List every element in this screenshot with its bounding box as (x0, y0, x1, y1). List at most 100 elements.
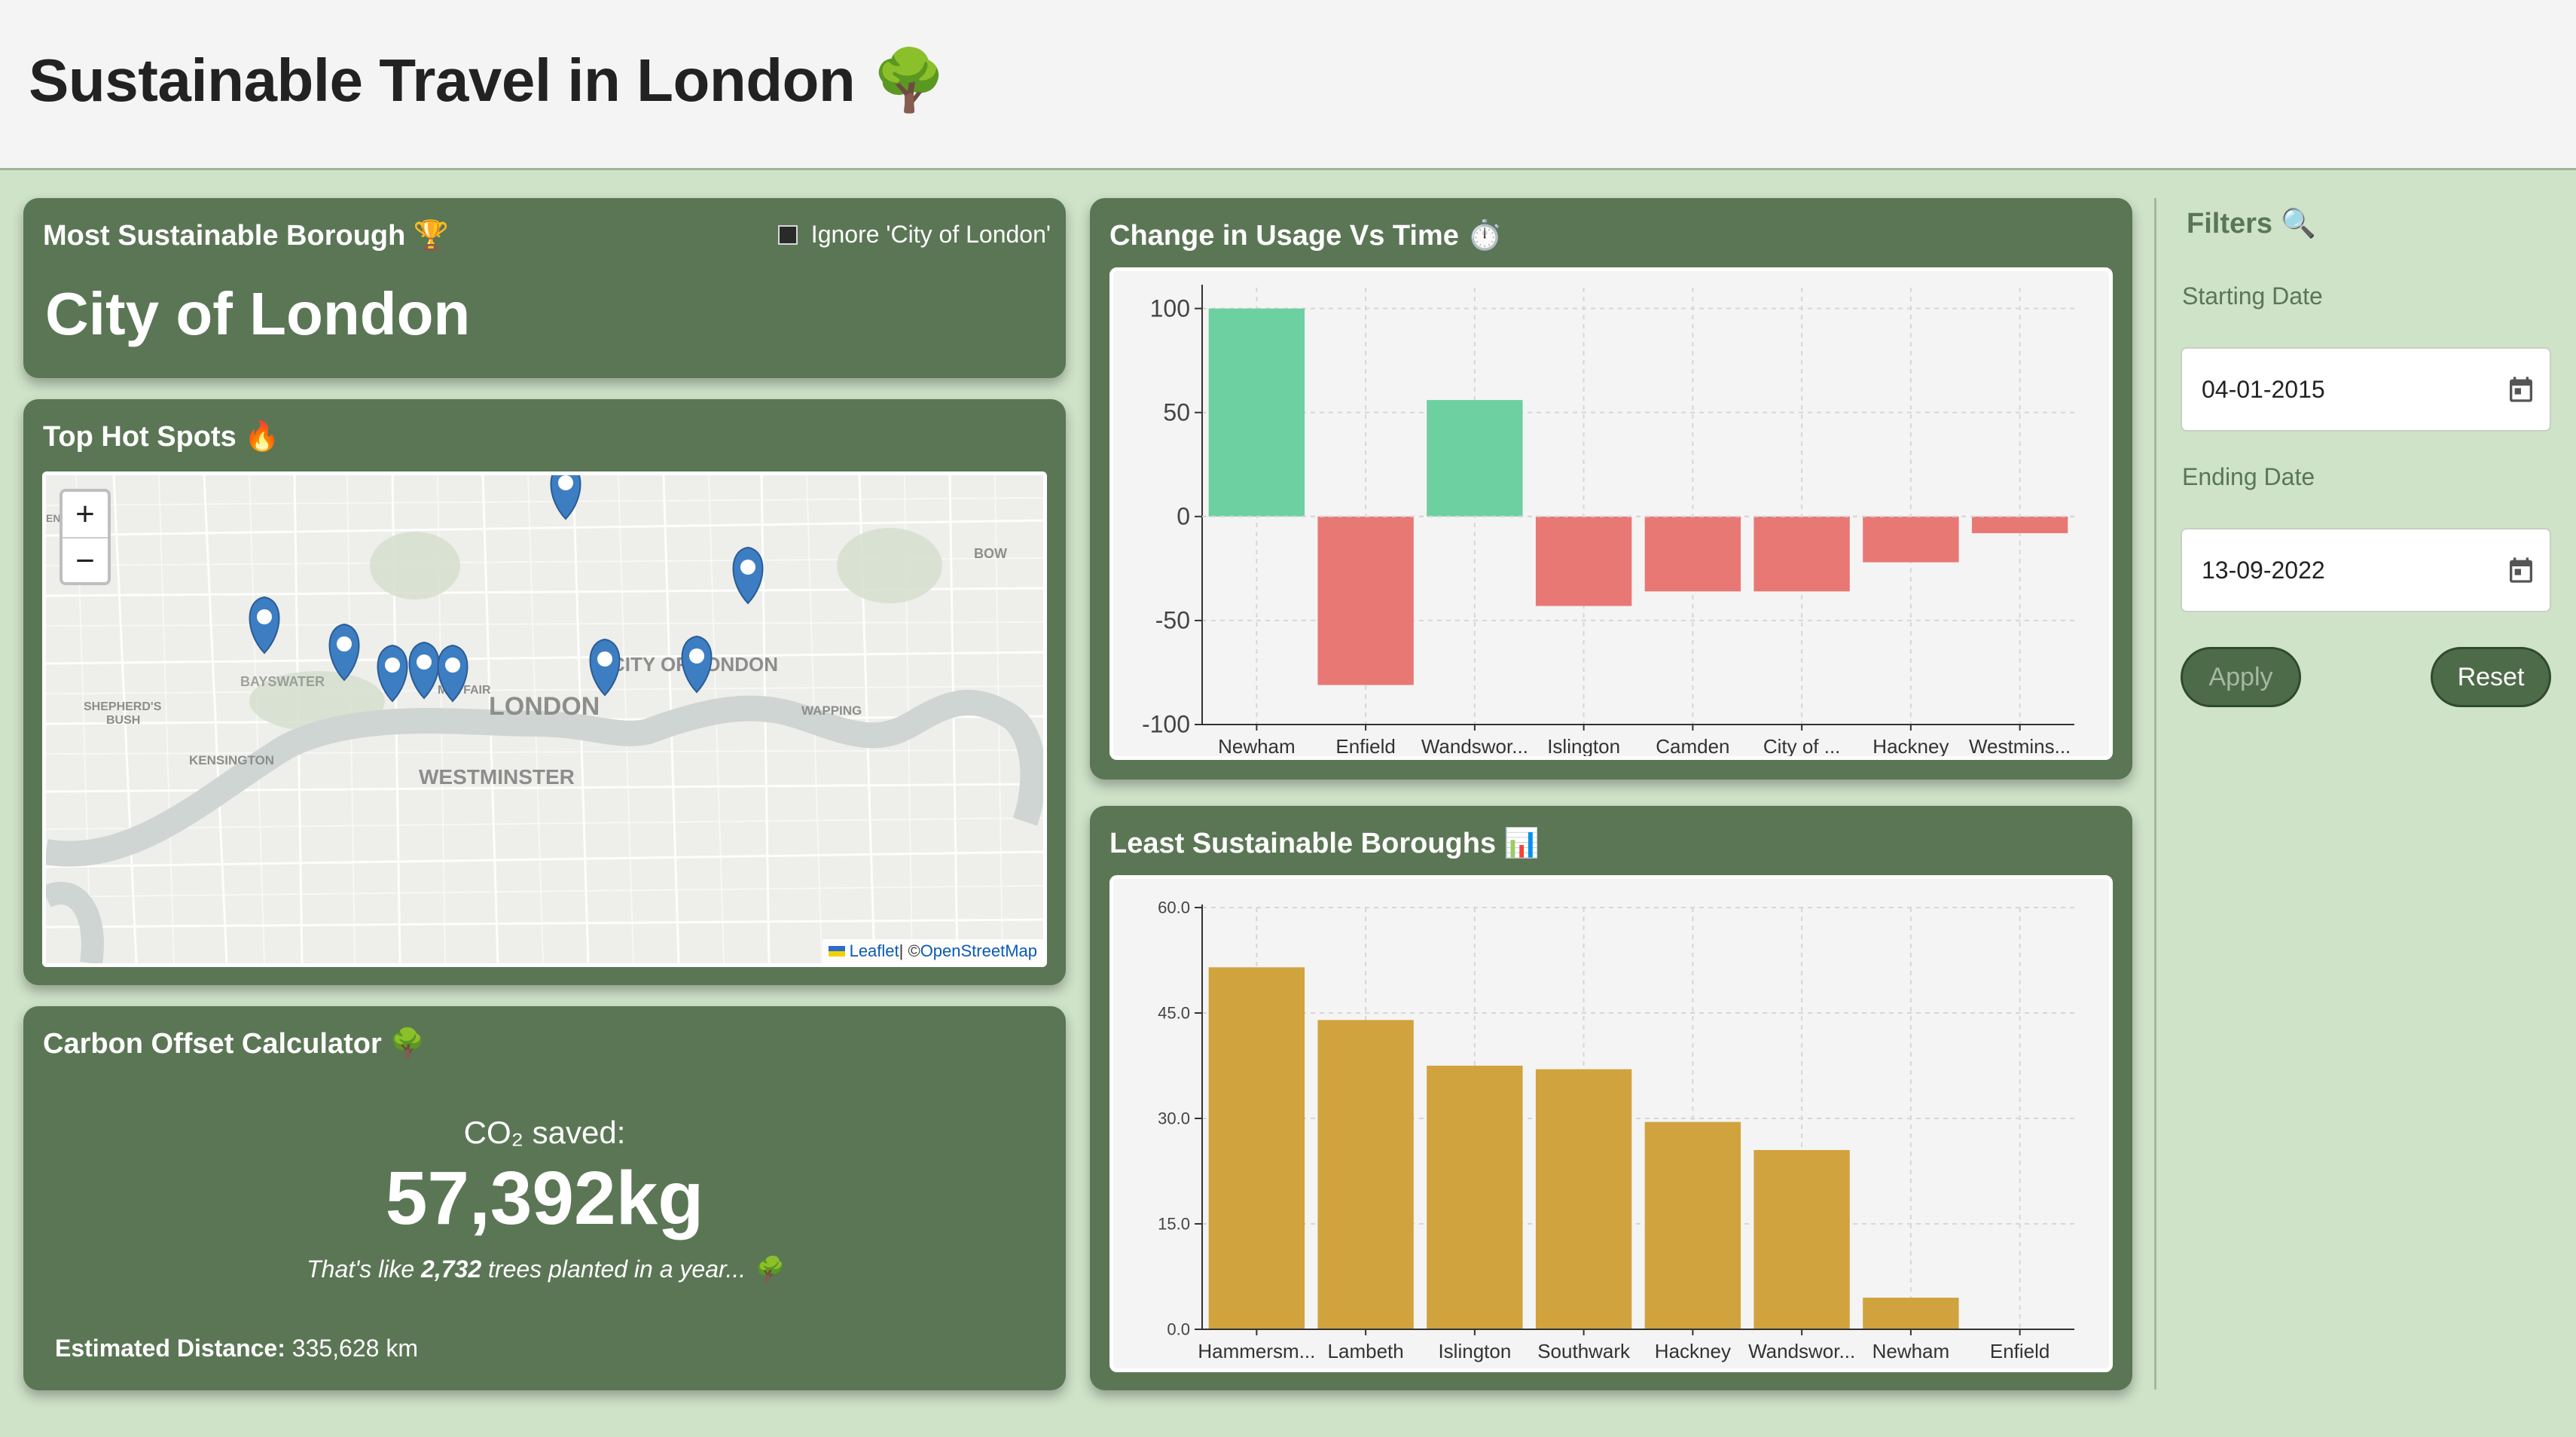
x-tick-label: Southwark (1537, 1340, 1631, 1362)
ending-date-value: 13-09-2022 (2202, 557, 2325, 584)
ending-date-input[interactable]: 13-09-2022 (2181, 528, 2551, 612)
marker-dot (445, 657, 460, 673)
bar (1317, 516, 1414, 685)
most-sustainable-borough: City of London (45, 280, 471, 347)
hot-spots-card: Top Hot Spots 🔥 BOW BAYSWATER MAYFAIR CI… (23, 399, 1066, 985)
y-tick-label: 0.0 (1167, 1320, 1190, 1338)
app-header: Sustainable Travel in London 🌳 (0, 0, 2576, 170)
trees-suffix: trees planted in a year... 🌳 (481, 1255, 783, 1283)
least-sustainable-card: Least Sustainable Boroughs 📊 60.0 45.0 30.… (1090, 806, 2132, 1390)
x-tick-label: Islington (1438, 1340, 1511, 1362)
bar (1863, 516, 1959, 563)
estimated-distance: Estimated Distance: 335,628 km (55, 1335, 418, 1362)
map-view[interactable]: Camden Town BOW BAYSWATER MAYFAIR CITY O… (42, 471, 1047, 967)
svg-text:BAYSWATER: BAYSWATER (240, 674, 325, 689)
marker-dot (597, 651, 612, 667)
marker-dot (740, 560, 755, 575)
trees-count: 2,732 (421, 1255, 482, 1283)
bar (1208, 967, 1305, 1329)
starting-date-label: Starting Date (2182, 282, 2323, 310)
marker-dot (257, 609, 272, 624)
carbon-calculator-title: Carbon Offset Calculator 🌳 (43, 1028, 426, 1060)
attribution-separator: | © (899, 941, 920, 960)
sidebar-divider (2154, 198, 2156, 1390)
x-tick-label: Hackney (1872, 735, 1949, 756)
least-sustainable-chart-frame: 60.0 45.0 30.0 15.0 0.0 Hammersm... Lambeth Isl… (1109, 875, 2113, 1372)
co2-value: 57,392kg (385, 1156, 704, 1240)
change-usage-title: Change in Usage Vs Time ⏱️ (1109, 220, 1503, 252)
hot-spots-title: Top Hot Spots 🔥 (43, 421, 280, 453)
y-tick-label: 15.0 (1158, 1214, 1190, 1233)
bar (1644, 1121, 1741, 1329)
ignore-city-checkbox[interactable]: Ignore 'City of London' (777, 221, 1051, 249)
y-tick-label: 0 (1177, 502, 1190, 529)
y-tick-label: -100 (1142, 711, 1190, 738)
bar (1971, 516, 2068, 533)
trees-equivalent: That's like 2,732 trees planted in a yea… (23, 1255, 1066, 1283)
co2-label: CO₂ saved: (463, 1115, 626, 1150)
svg-text:Camden Town: Camden Town (430, 475, 552, 480)
x-tick-label: Enfield (1335, 735, 1396, 756)
least-sustainable-chart: 60.0 45.0 30.0 15.0 0.0 Hammersm... Lambeth Isl… (1158, 898, 2074, 1362)
distance-value: 335,628 km (285, 1335, 418, 1362)
most-sustainable-title: Most Sustainable Borough 🏆 (43, 220, 450, 252)
x-tick-label: Newham (1218, 735, 1296, 756)
x-tick-label: Camden (1656, 735, 1729, 756)
x-tick-label: Wandswor... (1748, 1340, 1855, 1362)
checkbox-icon[interactable] (777, 224, 798, 245)
page-title: Sustainable Travel in London 🌳 (29, 47, 947, 114)
bar (1427, 400, 1523, 517)
bar (1535, 516, 1632, 606)
ignore-city-label: Ignore 'City of London' (810, 221, 1051, 248)
bar (1753, 516, 1850, 592)
filters-title: Filters 🔍 (2187, 208, 2316, 240)
ending-date-label: Ending Date (2182, 463, 2315, 490)
calendar-icon[interactable] (2506, 373, 2536, 406)
svg-text:WESTMINSTER: WESTMINSTER (419, 765, 575, 789)
x-tick-label: Islington (1547, 735, 1620, 756)
x-tick-label: Newham (1872, 1340, 1950, 1362)
distance-label: Estimated Distance: (55, 1335, 285, 1362)
svg-text:LONDON: LONDON (489, 692, 600, 721)
map-attribution: Leaflet | © OpenStreetMap (822, 939, 1043, 963)
reset-button[interactable]: Reset (2431, 647, 2551, 707)
x-tick-label: City of ... (1763, 735, 1841, 756)
ukraine-flag-icon (828, 946, 845, 956)
bar (1208, 308, 1305, 517)
x-tick-label: Westmins... (1969, 735, 2071, 756)
leaflet-link[interactable]: Leaflet (850, 941, 899, 961)
svg-text:SHEPHERD'S: SHEPHERD'S (84, 700, 162, 713)
x-tick-label: Hammersm... (1198, 1340, 1315, 1362)
svg-text:EN: EN (46, 512, 60, 524)
least-sustainable-title: Least Sustainable Boroughs 📊 (1109, 828, 1540, 859)
marker-dot (558, 475, 573, 490)
y-tick-label: 60.0 (1158, 898, 1190, 917)
starting-date-input[interactable]: 04-01-2015 (2181, 347, 2551, 432)
apply-button[interactable]: Apply (2181, 647, 2301, 707)
bar (1644, 516, 1741, 592)
x-tick-label: Hackney (1655, 1340, 1731, 1362)
x-tick-label: Wandswor... (1421, 735, 1528, 756)
starting-date-value: 04-01-2015 (2202, 376, 2325, 403)
svg-text:WAPPING: WAPPING (801, 703, 862, 718)
x-tick-label: Enfield (1990, 1340, 2050, 1362)
bar (1427, 1066, 1523, 1329)
bar (1535, 1069, 1632, 1329)
change-usage-chart: 100 50 0 -50 -100 Newham Enfield Wandswor... Isl… (1142, 285, 2074, 756)
y-tick-label: 50 (1163, 398, 1190, 426)
svg-text:BUSH: BUSH (106, 714, 140, 727)
zoom-control: + − (60, 489, 111, 585)
change-usage-chart-frame: 100 50 0 -50 -100 Newham Enfield Wandswor... Isl… (1109, 267, 2113, 760)
openstreetmap-link[interactable]: OpenStreetMap (920, 941, 1037, 961)
zoom-in-button[interactable]: + (63, 492, 108, 537)
bar (1863, 1298, 1959, 1329)
zoom-out-button[interactable]: − (63, 537, 108, 584)
y-tick-label: -50 (1155, 607, 1190, 634)
bar (1753, 1150, 1850, 1329)
marker-dot (417, 654, 432, 670)
filters-panel: Filters 🔍 Starting Date 04-01-2015 Endin… (2162, 198, 2553, 951)
change-usage-card: Change in Usage Vs Time ⏱️ 100 50 0 -50 -100… (1090, 198, 2132, 780)
calendar-icon[interactable] (2506, 554, 2536, 587)
trees-prefix: That's like (307, 1255, 422, 1283)
map-tiles[interactable]: Camden Town BOW BAYSWATER MAYFAIR CITY O… (46, 475, 1043, 963)
